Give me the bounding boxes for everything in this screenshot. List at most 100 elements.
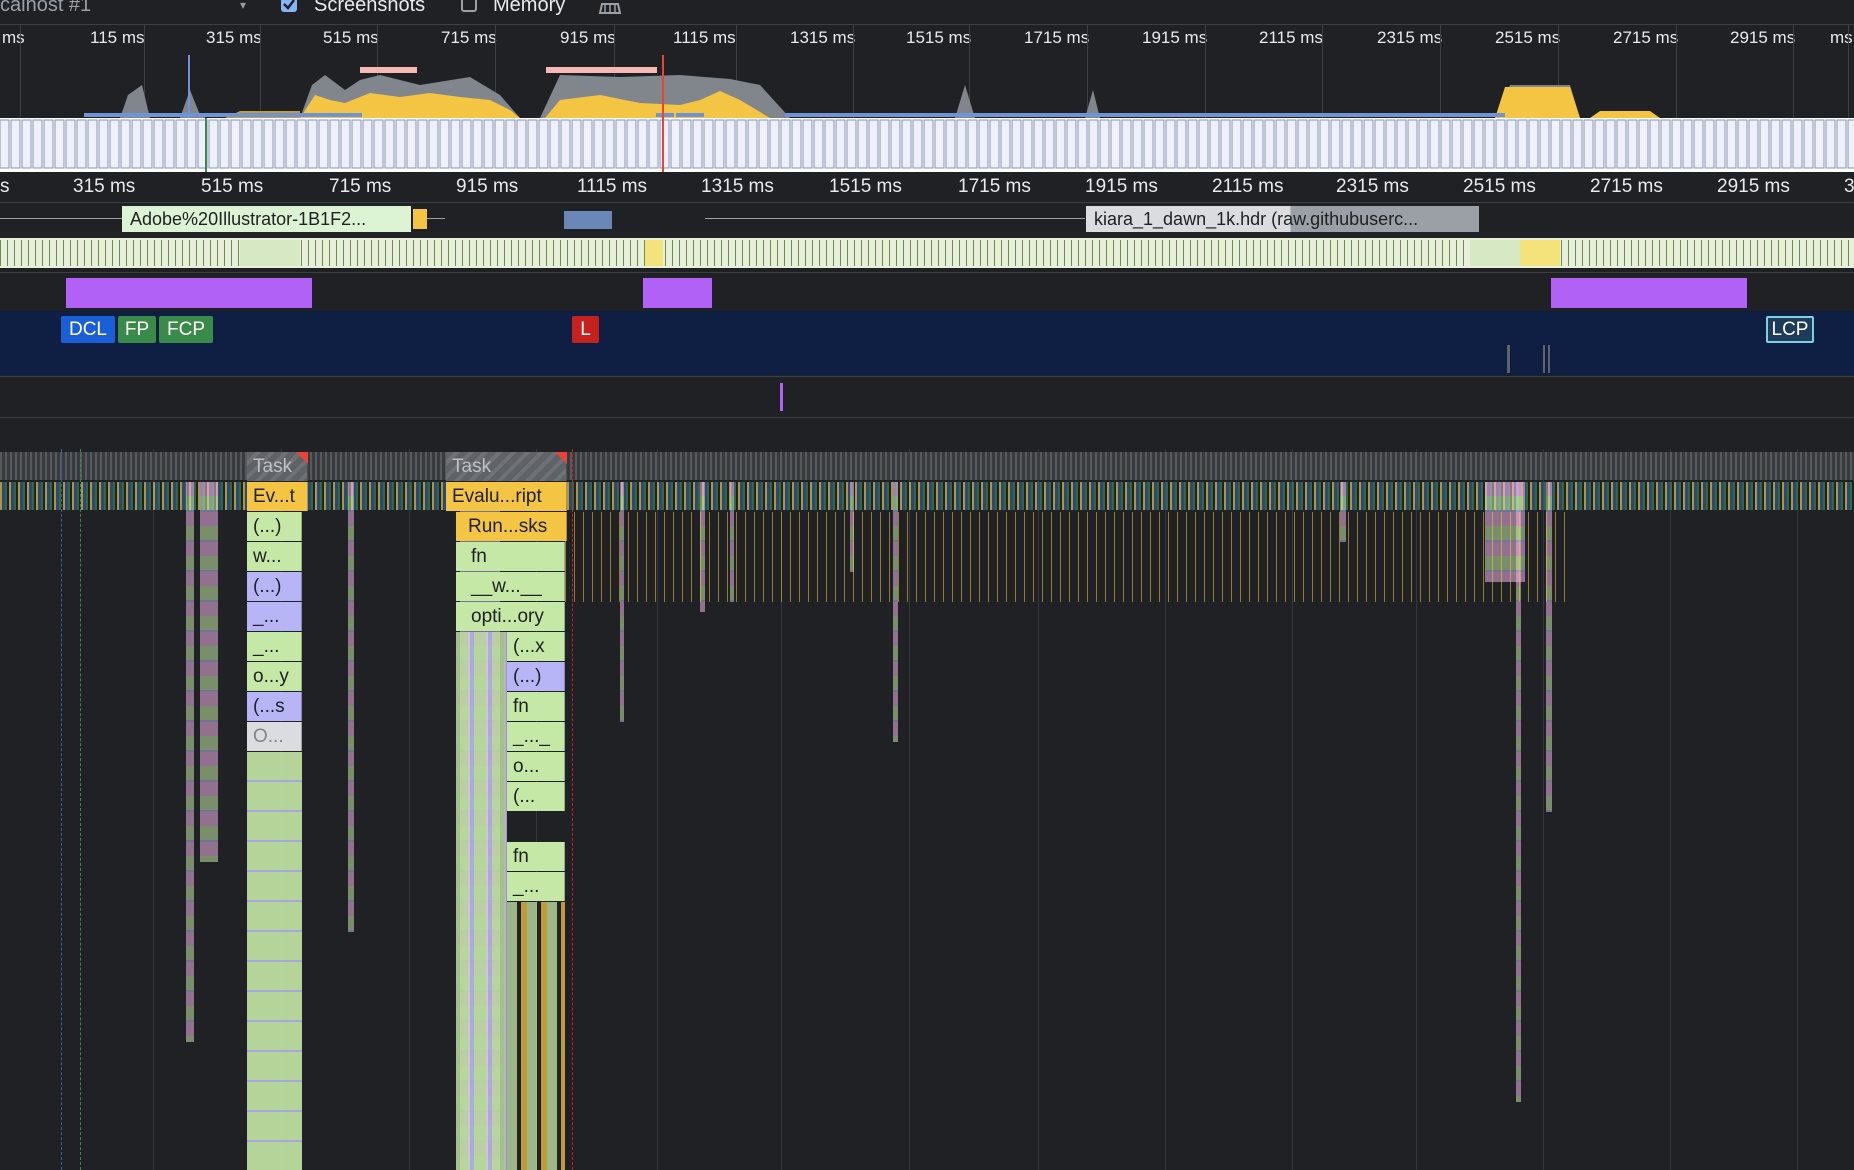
screenshot-thumbnail[interactable]: [505, 119, 516, 169]
screenshot-thumbnail[interactable]: [967, 119, 978, 169]
frame-block[interactable]: [645, 240, 663, 266]
screenshot-thumbnail[interactable]: [527, 119, 538, 169]
interaction-bar[interactable]: [643, 278, 712, 308]
screenshot-thumbnail[interactable]: [868, 119, 879, 169]
function-call-block[interactable]: o...: [507, 752, 565, 781]
screenshot-thumbnail[interactable]: [1836, 119, 1847, 169]
screenshot-thumbnail[interactable]: [1198, 119, 1209, 169]
screenshot-thumbnail[interactable]: [1374, 119, 1385, 169]
screenshot-thumbnail[interactable]: [1275, 119, 1286, 169]
screenshot-thumbnail[interactable]: [758, 119, 769, 169]
screenshot-thumbnail[interactable]: [164, 119, 175, 169]
screenshot-thumbnail[interactable]: [1649, 119, 1660, 169]
screenshot-thumbnail[interactable]: [483, 119, 494, 169]
screenshot-thumbnail[interactable]: [428, 119, 439, 169]
screenshot-thumbnail[interactable]: [1638, 119, 1649, 169]
function-call-block[interactable]: (...: [507, 782, 565, 811]
screenshot-thumbnail[interactable]: [439, 119, 450, 169]
overview-pane[interactable]: ms 115 ms 315 ms 515 ms 715 ms 915 ms 1115 ms 1…: [0, 25, 1854, 118]
screenshot-thumbnail[interactable]: [1066, 119, 1077, 169]
function-call-block[interactable]: (...x: [507, 632, 565, 661]
screenshot-thumbnail[interactable]: [175, 119, 186, 169]
frame-block[interactable]: [1520, 240, 1560, 266]
screenshot-thumbnail[interactable]: [1473, 119, 1484, 169]
screenshot-thumbnail[interactable]: [32, 119, 43, 169]
function-call-block[interactable]: _...: [247, 602, 302, 631]
screenshot-thumbnail[interactable]: [582, 119, 593, 169]
broom-icon[interactable]: [597, 0, 623, 14]
function-call-block[interactable]: (...): [507, 662, 565, 691]
screenshot-thumbnail[interactable]: [813, 119, 824, 169]
screenshot-thumbnail[interactable]: [1352, 119, 1363, 169]
screenshot-thumbnail[interactable]: [65, 119, 76, 169]
function-call-block[interactable]: __w...__: [456, 572, 565, 601]
screenshot-thumbnail[interactable]: [230, 119, 241, 169]
screenshot-thumbnail[interactable]: [538, 119, 549, 169]
screenshot-thumbnail[interactable]: [1770, 119, 1781, 169]
screenshot-thumbnail[interactable]: [934, 119, 945, 169]
function-call-block[interactable]: O...: [247, 722, 302, 751]
screenshot-thumbnail[interactable]: [549, 119, 560, 169]
screenshot-thumbnail[interactable]: [571, 119, 582, 169]
screenshot-thumbnail[interactable]: [1407, 119, 1418, 169]
interaction-bar[interactable]: [1551, 278, 1747, 308]
screenshot-thumbnail[interactable]: [659, 119, 670, 169]
screenshot-thumbnail[interactable]: [1286, 119, 1297, 169]
screenshot-thumbnail[interactable]: [736, 119, 747, 169]
network-request-2[interactable]: kiara_1_dawn_1k.hdr (raw.githubuserc...: [1086, 206, 1479, 232]
screenshot-thumbnail[interactable]: [637, 119, 648, 169]
screenshot-thumbnail[interactable]: [1000, 119, 1011, 169]
lcp-marker[interactable]: LCP: [1766, 316, 1814, 343]
screenshot-thumbnail[interactable]: [593, 119, 604, 169]
screenshot-thumbnail[interactable]: [1583, 119, 1594, 169]
function-call-block[interactable]: (...): [247, 572, 302, 601]
screenshot-thumbnail[interactable]: [153, 119, 164, 169]
screenshot-thumbnail[interactable]: [692, 119, 703, 169]
screenshot-thumbnail[interactable]: [725, 119, 736, 169]
screenshot-thumbnail[interactable]: [1396, 119, 1407, 169]
function-call-block[interactable]: _..._: [507, 722, 565, 751]
screenshot-thumbnail[interactable]: [1055, 119, 1066, 169]
screenshot-thumbnail[interactable]: [1759, 119, 1770, 169]
screenshot-thumbnail[interactable]: [846, 119, 857, 169]
screenshot-thumbnail[interactable]: [1781, 119, 1792, 169]
fp-marker[interactable]: FP: [118, 316, 156, 343]
screenshot-thumbnail[interactable]: [1506, 119, 1517, 169]
function-call-block[interactable]: opti...ory: [456, 602, 565, 631]
screenshot-thumbnail[interactable]: [285, 119, 296, 169]
screenshot-thumbnail[interactable]: [461, 119, 472, 169]
screenshot-thumbnail[interactable]: [329, 119, 340, 169]
screenshot-thumbnail[interactable]: [21, 119, 32, 169]
network-request-small[interactable]: [564, 211, 612, 229]
screenshot-thumbnail[interactable]: [1748, 119, 1759, 169]
network-request-1[interactable]: Adobe%20Illustrator-1B1F2...: [122, 206, 411, 232]
screenshot-thumbnail[interactable]: [978, 119, 989, 169]
screenshot-thumbnail[interactable]: [912, 119, 923, 169]
screenshot-thumbnail[interactable]: [1572, 119, 1583, 169]
screenshot-thumbnail[interactable]: [472, 119, 483, 169]
screenshot-thumbnail[interactable]: [274, 119, 285, 169]
screenshot-thumbnail[interactable]: [890, 119, 901, 169]
screenshot-thumbnail[interactable]: [1561, 119, 1572, 169]
screenshot-thumbnail[interactable]: [98, 119, 109, 169]
frame-block[interactable]: [240, 240, 300, 266]
function-call-block[interactable]: fn: [507, 842, 565, 871]
screenshot-thumbnail[interactable]: [857, 119, 868, 169]
screenshot-thumbnail[interactable]: [1462, 119, 1473, 169]
screenshot-thumbnail[interactable]: [1231, 119, 1242, 169]
screenshot-thumbnail[interactable]: [1209, 119, 1220, 169]
function-call-block[interactable]: w...: [247, 542, 302, 571]
load-marker[interactable]: L: [572, 316, 599, 343]
function-call-block[interactable]: (...s: [247, 692, 302, 721]
screenshot-thumbnail[interactable]: [802, 119, 813, 169]
fcp-marker[interactable]: FCP: [159, 316, 213, 343]
evaluate-script-block[interactable]: Evalu...ript: [446, 482, 567, 511]
screenshot-thumbnail[interactable]: [560, 119, 571, 169]
screenshot-thumbnail[interactable]: [131, 119, 142, 169]
screenshot-thumbnail[interactable]: [241, 119, 252, 169]
screenshot-thumbnail[interactable]: [1627, 119, 1638, 169]
screenshot-thumbnail[interactable]: [835, 119, 846, 169]
interaction-bar[interactable]: [66, 278, 312, 308]
screenshot-thumbnail[interactable]: [1825, 119, 1836, 169]
screenshot-thumbnail[interactable]: [1264, 119, 1275, 169]
